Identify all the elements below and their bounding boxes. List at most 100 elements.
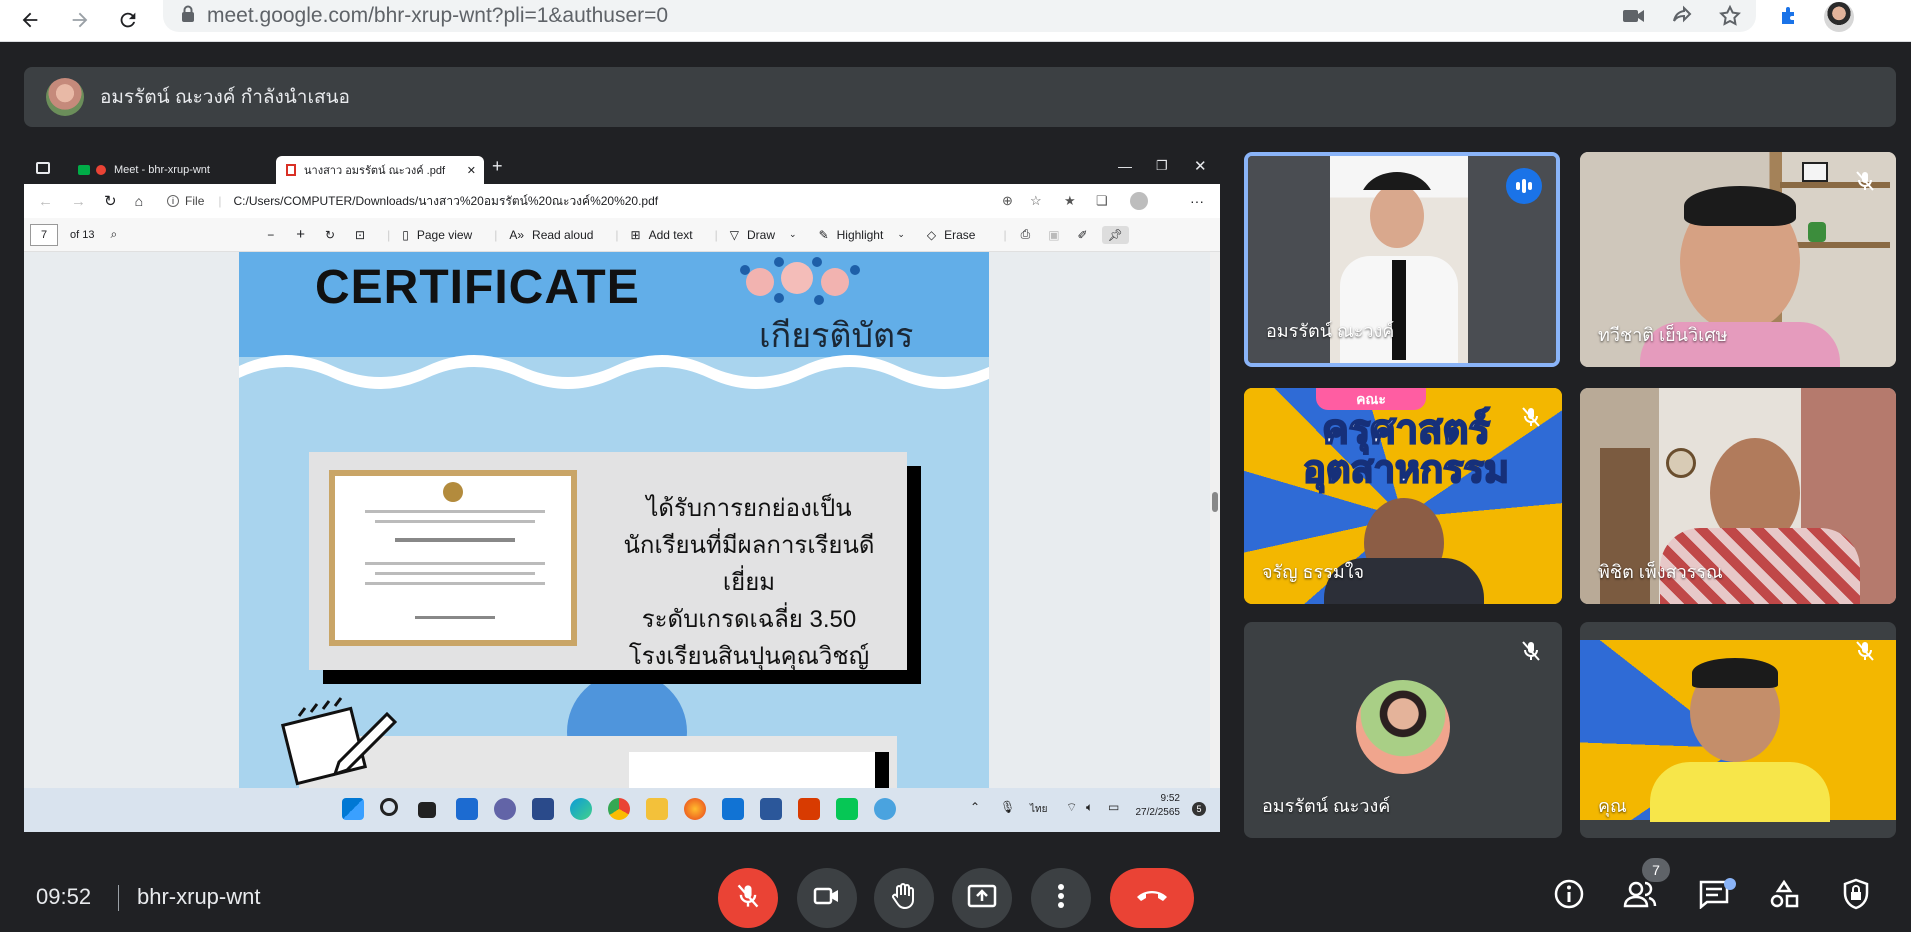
more-menu-icon[interactable]: ··· — [1190, 193, 1204, 209]
banner-sign-line: อุตสาหกรรม — [1302, 449, 1510, 491]
reload-icon[interactable] — [112, 4, 144, 36]
erase-button[interactable]: ◇ Erase — [927, 228, 976, 242]
rotate-icon[interactable]: ↻ — [325, 228, 335, 242]
participant-tile[interactable]: ทวีชาติ เย็นวิเศษ — [1580, 152, 1896, 367]
avatar — [46, 78, 84, 116]
zoom-in-icon[interactable]: + — [296, 226, 305, 243]
microphone-toggle-button[interactable] — [718, 868, 778, 928]
tab-meet[interactable]: Meet - bhr-xrup-wnt ✕ — [64, 156, 292, 184]
back-arrow-icon[interactable]: ← — [38, 193, 53, 210]
page-number-input[interactable]: 7 — [30, 223, 58, 246]
volume-icon[interactable]: 🔈︎ — [1086, 800, 1093, 815]
raise-hand-button[interactable] — [874, 868, 934, 928]
tab-actions-icon[interactable] — [36, 162, 50, 174]
forward-arrow-icon[interactable]: → — [71, 193, 86, 210]
info-icon[interactable]: i — [167, 195, 180, 207]
favorites-icon[interactable]: ★ — [1064, 193, 1076, 209]
app-icon[interactable] — [874, 798, 896, 820]
notification-badge[interactable]: 5 — [1192, 802, 1206, 816]
chevron-down-icon: ⌄ — [789, 229, 797, 239]
new-tab-icon[interactable]: + — [492, 156, 503, 177]
taskbar-date: 27/2/2565 — [1135, 807, 1181, 818]
tab-label: Meet - bhr-xrup-wnt — [114, 164, 210, 176]
participant-tile[interactable]: พิชิต เพ็งสวรรณ — [1580, 388, 1896, 604]
fit-page-icon[interactable]: ⊡ — [355, 228, 365, 242]
scrollbar[interactable] — [1210, 252, 1220, 788]
page-view-button[interactable]: ▯ Page view — [402, 228, 472, 242]
store-icon[interactable] — [532, 798, 554, 820]
search-icon[interactable] — [380, 798, 398, 816]
draw-button[interactable]: ▽ Draw ⌄ — [730, 228, 797, 242]
participant-tile[interactable]: คณะ ครุศาสตร์ อุตสาหกรรม จรัญ ธรรมใจ — [1244, 388, 1562, 604]
participant-tile[interactable]: อมรรัตน์ ณะวงค์ — [1244, 152, 1560, 367]
share-icon[interactable] — [1670, 4, 1694, 33]
next-page-card — [629, 752, 889, 788]
chevron-up-icon[interactable]: ⌃ — [970, 800, 980, 814]
certificate-text: ได้รับการยกย่องเป็น นักเรียนที่มีผลการเร… — [609, 490, 889, 675]
favorite-add-icon[interactable]: ☆ — [1030, 193, 1042, 209]
zoom-icon[interactable]: ⊕ — [1002, 193, 1013, 209]
save-as-icon[interactable]: ✐ — [1078, 228, 1088, 242]
minimize-icon[interactable]: — — [1118, 158, 1132, 174]
print-icon[interactable]: ⎙ — [1021, 227, 1031, 242]
firefox-icon[interactable] — [684, 798, 706, 820]
microphone-icon[interactable]: 🎙︎ — [1000, 800, 1015, 814]
participant-tile[interactable]: คุณ — [1580, 622, 1896, 838]
profile-avatar[interactable] — [1824, 2, 1854, 32]
forward-arrow-icon[interactable] — [64, 4, 96, 36]
taskbar-clock[interactable]: 9:52 27/2/2565 — [1136, 792, 1181, 820]
divider — [118, 885, 119, 911]
microphone-off-icon — [1850, 636, 1880, 666]
more-options-button[interactable] — [1031, 868, 1091, 928]
home-icon[interactable]: ⌂ — [135, 193, 143, 209]
bookmark-star-icon[interactable] — [1718, 4, 1742, 33]
collections-icon[interactable]: ❏ — [1096, 193, 1108, 209]
reload-icon[interactable]: ↻ — [104, 192, 117, 210]
file-explorer-icon[interactable] — [646, 798, 668, 820]
gift-app-icon[interactable] — [798, 798, 820, 820]
camera-blocked-icon[interactable] — [1622, 6, 1646, 31]
camera-toggle-button[interactable] — [797, 868, 857, 928]
widgets-icon[interactable] — [456, 798, 478, 820]
save-icon[interactable]: ▣ — [1048, 228, 1059, 242]
address-bar[interactable]: meet.google.com/bhr-xrup-wnt?pli=1&authu… — [163, 0, 1756, 32]
add-text-button[interactable]: ⊞ Add text — [631, 228, 693, 242]
read-aloud-button[interactable]: A» Read aloud — [509, 228, 593, 242]
extensions-puzzle-icon[interactable] — [1778, 4, 1802, 33]
battery-icon[interactable]: ▭ — [1108, 800, 1119, 814]
tab-pdf[interactable]: นางสาว อมรรัตน์ ณะวงค์ .pdf ✕ — [276, 156, 484, 184]
search-icon[interactable]: ⌕ — [110, 227, 117, 242]
button-label: Highlight — [836, 227, 884, 242]
present-screen-button[interactable] — [952, 868, 1012, 928]
restore-icon[interactable]: ❐ — [1156, 158, 1168, 174]
participant-tile[interactable]: อมรรัตน์ ณะวงค์ — [1244, 622, 1562, 838]
taskbar-time: 9:52 — [1160, 793, 1180, 804]
pdf-viewer[interactable]: CERTIFICATE เกียรติบัตร ได้รับการยกย่องเ… — [24, 252, 1220, 788]
hang-up-icon — [1135, 888, 1169, 909]
pin-icon[interactable]: 📌︎ — [1101, 225, 1129, 244]
edge-profile-icon[interactable] — [1130, 192, 1148, 210]
close-icon[interactable]: ✕ — [467, 164, 476, 177]
line-icon[interactable] — [836, 798, 858, 820]
task-view-icon[interactable] — [418, 802, 436, 818]
word-icon[interactable] — [760, 798, 782, 820]
file-path[interactable]: C:/Users/COMPUTER/Downloads/นางสาว%20อมร… — [234, 192, 659, 211]
edge-icon[interactable] — [570, 798, 592, 820]
video-camera-icon — [813, 886, 841, 911]
windows-start-icon[interactable] — [342, 798, 364, 820]
leave-call-button[interactable] — [1110, 868, 1194, 928]
mail-icon[interactable] — [722, 798, 744, 820]
activities-button[interactable] — [1762, 874, 1806, 918]
info-icon — [1553, 878, 1585, 915]
highlight-button[interactable]: ✎ Highlight ⌄ — [819, 228, 905, 242]
meeting-details-button[interactable] — [1547, 874, 1591, 918]
zoom-out-icon[interactable]: − — [267, 228, 274, 242]
teams-chat-icon[interactable] — [494, 798, 516, 820]
host-controls-button[interactable] — [1834, 874, 1878, 918]
back-arrow-icon[interactable] — [14, 4, 46, 36]
input-language[interactable]: ไทย — [1030, 802, 1047, 817]
window-close-icon[interactable]: ✕ — [1194, 157, 1207, 175]
chrome-icon[interactable] — [608, 798, 630, 820]
page-total: of 13 — [70, 228, 95, 241]
wifi-icon[interactable]: ⌔ — [1066, 800, 1077, 815]
